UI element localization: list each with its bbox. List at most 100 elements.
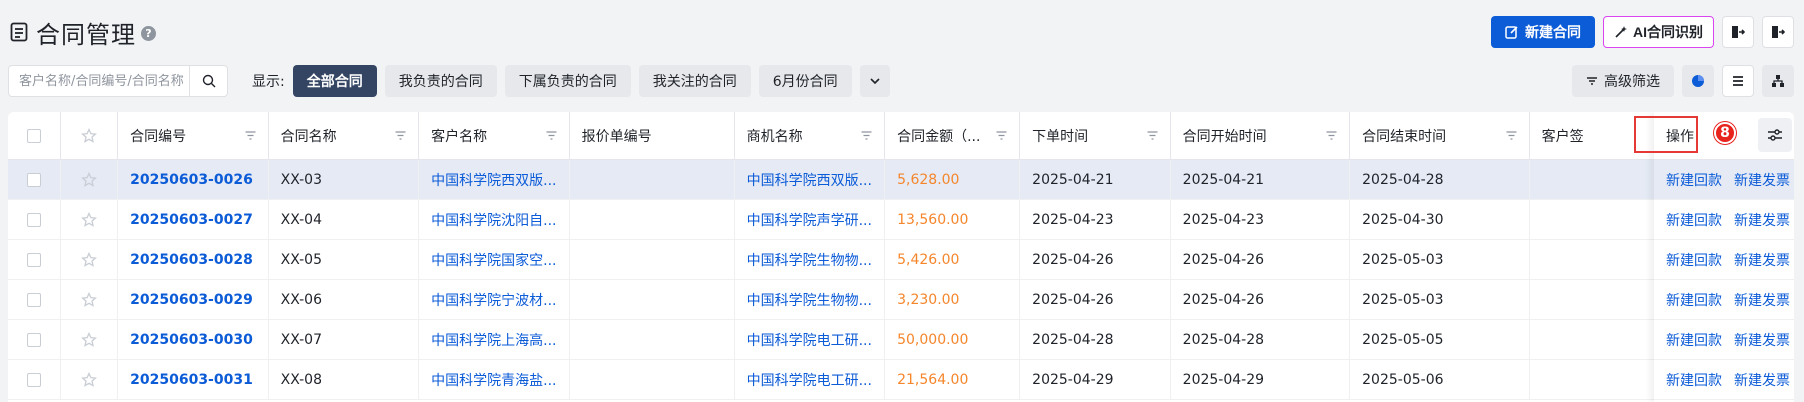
filter-funnel-icon[interactable] [1147,130,1158,141]
end-date: 2025-05-03 [1350,240,1530,279]
col-header-end-date[interactable]: 合同结束时间 [1350,112,1530,159]
ops-row: 新建回款 新建发票 [1654,360,1794,400]
table-row[interactable]: 20250603-0031 XX-08 中国科学院青海盐... 中国科学院电工研… [8,360,1794,400]
col-header-quote-no[interactable]: 报价单编号 [570,112,735,159]
row-checkbox[interactable] [27,332,42,347]
advanced-filter-button[interactable]: 高级筛选 [1572,65,1674,97]
order-date: 2025-04-23 [1020,200,1171,239]
opportunity-link[interactable]: 中国科学院电工研... [735,360,886,399]
col-header-customer[interactable]: 客户名称 [419,112,570,159]
star-icon[interactable] [81,127,98,144]
pie-chart-view-button[interactable] [1682,65,1714,97]
col-header-contract-name[interactable]: 合同名称 [269,112,420,159]
export-button[interactable] [1762,16,1794,48]
new-invoice-link[interactable]: 新建发票 [1734,250,1790,270]
star-icon[interactable] [81,331,98,348]
new-payment-link[interactable]: 新建回款 [1666,210,1722,230]
list-view-button[interactable] [1722,65,1754,97]
opportunity-link[interactable]: 中国科学院生物物... [735,280,886,319]
ai-recognize-button[interactable]: AI合同识别 [1603,16,1714,48]
search-button[interactable] [189,66,227,96]
filter-funnel-icon[interactable] [546,130,557,141]
col-header-contract-no[interactable]: 合同编号 [118,112,269,159]
filter-funnel-icon[interactable] [245,130,256,141]
new-invoice-link[interactable]: 新建发票 [1734,210,1790,230]
filter-funnel-icon[interactable] [395,130,406,141]
contract-name: XX-08 [269,360,420,399]
star-icon[interactable] [81,171,98,188]
filter-funnel-icon[interactable] [996,130,1007,141]
chip-all-contracts[interactable]: 全部合同 [292,65,377,97]
tree-view-button[interactable] [1762,65,1794,97]
table-row[interactable]: 20250603-0027 XX-04 中国科学院沈阳自... 中国科学院声学研… [8,200,1794,240]
table-row[interactable]: 20250603-0030 XX-07 中国科学院上海高... 中国科学院电工研… [8,320,1794,360]
contract-no-link[interactable]: 20250603-0026 [118,160,269,199]
page-title: 合同管理 [36,20,136,49]
table-row[interactable]: 20250603-0026 XX-03 中国科学院西双版... 中国科学院西双版… [8,160,1794,200]
new-invoice-link[interactable]: 新建发票 [1734,370,1790,390]
customer-link[interactable]: 中国科学院沈阳自... [419,200,570,239]
new-payment-link[interactable]: 新建回款 [1666,170,1722,190]
star-icon[interactable] [81,371,98,388]
star-icon[interactable] [81,291,98,308]
help-icon[interactable]: ? [141,25,156,41]
search-input[interactable] [9,66,189,96]
chip-subordinate-contracts[interactable]: 下属负责的合同 [504,65,631,97]
col-header-amount[interactable]: 合同金额（... [885,112,1021,159]
table-row[interactable]: 20250603-0028 XX-05 中国科学院国家空... 中国科学院生物物… [8,240,1794,280]
filter-funnel-icon[interactable] [1326,130,1337,141]
customer-link[interactable]: 中国科学院国家空... [419,240,570,279]
import-button[interactable] [1722,16,1754,48]
customer-link[interactable]: 中国科学院上海高... [419,320,570,359]
column-settings-button[interactable] [1758,118,1792,152]
new-invoice-link[interactable]: 新建发票 [1734,290,1790,310]
customer-link[interactable]: 中国科学院青海盐... [419,360,570,399]
chip-followed-contracts[interactable]: 我关注的合同 [638,65,751,97]
new-payment-link[interactable]: 新建回款 [1666,250,1722,270]
col-label: 合同金额（... [897,128,981,145]
col-header-opportunity[interactable]: 商机名称 [735,112,886,159]
star-icon[interactable] [81,251,98,268]
col-header-order-date[interactable]: 下单时间 [1020,112,1171,159]
opportunity-link[interactable]: 中国科学院声学研... [735,200,886,239]
more-chips-button[interactable] [859,65,890,97]
row-checkbox[interactable] [27,292,42,307]
row-star-cell [61,240,119,279]
opportunity-link[interactable]: 中国科学院生物物... [735,240,886,279]
document-list-icon [10,22,28,42]
row-check-cell [8,160,62,199]
new-payment-link[interactable]: 新建回款 [1666,370,1722,390]
row-checkbox[interactable] [27,372,42,387]
opportunity-link[interactable]: 中国科学院电工研... [735,320,886,359]
opportunity-link[interactable]: 中国科学院西双版... [735,160,886,199]
sliders-icon [1768,129,1782,141]
row-star-cell [61,360,119,399]
table-row[interactable]: 20250603-0029 XX-06 中国科学院宁波材... 中国科学院生物物… [8,280,1794,320]
contract-no-link[interactable]: 20250603-0031 [118,360,269,399]
star-icon[interactable] [81,211,98,228]
new-invoice-link[interactable]: 新建发票 [1734,330,1790,350]
quote-no [570,360,735,399]
customer-link[interactable]: 中国科学院宁波材... [419,280,570,319]
filter-funnel-icon[interactable] [861,130,872,141]
row-checkbox[interactable] [27,172,42,187]
contract-no-link[interactable]: 20250603-0028 [118,240,269,279]
new-invoice-link[interactable]: 新建发票 [1734,170,1790,190]
chip-june-contracts[interactable]: 6月份合同 [758,65,852,97]
filter-funnel-icon[interactable] [1506,130,1517,141]
col-header-start-date[interactable]: 合同开始时间 [1171,112,1351,159]
new-contract-button[interactable]: 新建合同 [1491,16,1595,48]
magic-wand-icon [1615,26,1627,38]
contract-no-link[interactable]: 20250603-0030 [118,320,269,359]
table-header: 合同编号 合同名称 客户名称 报价单编号 商机名称 合同金额（... 下单时间 … [8,112,1794,160]
new-payment-link[interactable]: 新建回款 [1666,330,1722,350]
advanced-filter-label: 高级筛选 [1604,74,1660,90]
row-checkbox[interactable] [27,252,42,267]
new-payment-link[interactable]: 新建回款 [1666,290,1722,310]
select-all-checkbox[interactable] [27,128,42,143]
contract-no-link[interactable]: 20250603-0027 [118,200,269,239]
row-checkbox[interactable] [27,212,42,227]
chip-my-contracts[interactable]: 我负责的合同 [384,65,497,97]
contract-no-link[interactable]: 20250603-0029 [118,280,269,319]
customer-link[interactable]: 中国科学院西双版... [419,160,570,199]
